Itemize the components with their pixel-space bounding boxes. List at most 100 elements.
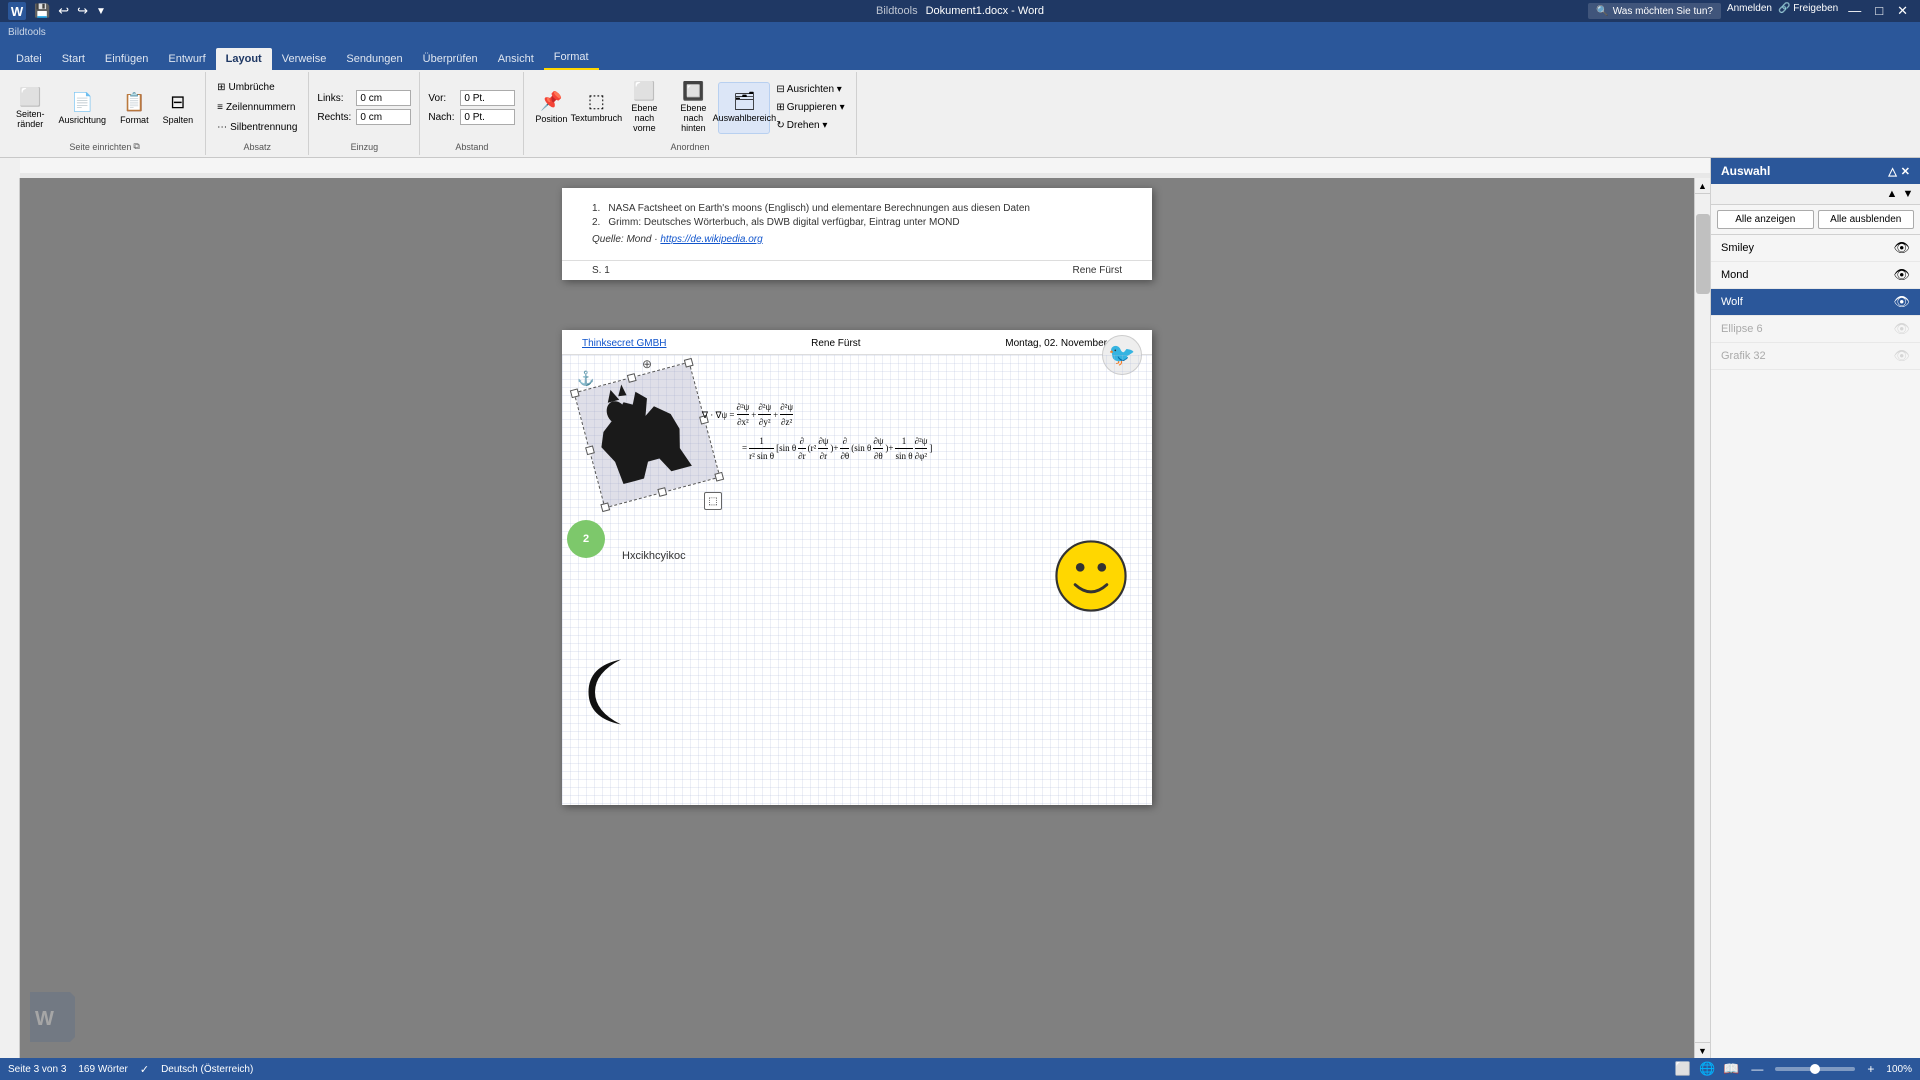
tab-sendungen[interactable]: Sendungen	[336, 48, 412, 70]
minimize-btn[interactable]: —	[1844, 3, 1865, 19]
pane-item-wolf[interactable]: Wolf 👁	[1711, 289, 1920, 316]
ellipse-6[interactable]: 2	[567, 520, 605, 558]
einzug-label: Einzug	[317, 142, 411, 152]
vertical-scrollbar[interactable]: ▲ ▼	[1694, 178, 1710, 1058]
list-item-1: NASA Factsheet on Earth's moons (Englisc…	[608, 203, 1030, 214]
sel-handle-br[interactable]	[714, 472, 724, 482]
resize-icon[interactable]: ⬚	[704, 492, 722, 510]
quick-access-save[interactable]: 💾	[34, 3, 50, 19]
sel-handle-tr[interactable]	[684, 358, 694, 368]
drehen-btn[interactable]: ↻ Drehen ▾	[771, 118, 849, 134]
scroll-up-btn[interactable]: ▲	[1695, 178, 1711, 194]
tab-start[interactable]: Start	[52, 48, 95, 70]
format-btn[interactable]: 📋 Format	[114, 82, 155, 134]
pane-item-smiley-label: Smiley	[1721, 242, 1754, 254]
ausrichtung-btn[interactable]: 📄 Ausrichtung	[53, 82, 113, 134]
ebene-vorne-btn[interactable]: ⬜ Ebene nachvorne	[620, 82, 668, 134]
nach-label: Nach:	[428, 112, 456, 123]
page-break	[562, 290, 1152, 320]
textumbruch-btn[interactable]: ⬚ Textumbruch	[573, 82, 619, 134]
pane-item-mond[interactable]: Mond 👁	[1711, 262, 1920, 289]
gruppieren-btn[interactable]: ⊞ Gruppieren ▾	[771, 100, 849, 116]
scroll-down-btn[interactable]: ▼	[1695, 1042, 1711, 1058]
maximize-btn[interactable]: □	[1871, 3, 1887, 19]
pane-item-smiley-eye[interactable]: 👁	[1893, 240, 1910, 256]
umbrueche-btn[interactable]: ⊞ Umbrüche	[212, 79, 302, 97]
pane-expand-btn[interactable]: △	[1888, 165, 1896, 178]
pane-item-grafik-eye[interactable]: 👁	[1893, 348, 1910, 364]
pane-scroll-up[interactable]: ▲	[1884, 186, 1900, 202]
tab-einfuegen[interactable]: Einfügen	[95, 48, 158, 70]
pane-item-wolf-eye[interactable]: 👁	[1893, 294, 1910, 310]
tab-layout[interactable]: Layout	[216, 48, 272, 70]
tab-verweise[interactable]: Verweise	[272, 48, 337, 70]
share-btn[interactable]: 🔗 Freigeben	[1778, 3, 1838, 19]
auswahlbereich-btn[interactable]: 🗂 Auswahlbereich	[718, 82, 770, 134]
pane-close-btn[interactable]: ✕	[1901, 165, 1910, 178]
pane-scroll-down[interactable]: ▼	[1900, 186, 1916, 202]
status-bar: Seite 3 von 3 169 Wörter ✓ Deutsch (Öste…	[0, 1058, 1920, 1080]
pane-item-mond-label: Mond	[1721, 269, 1749, 281]
rotation-handle[interactable]: ⊕	[642, 357, 652, 371]
zoom-out-btn[interactable]: —	[1747, 1062, 1767, 1076]
view-web-btn[interactable]: 🌐	[1699, 1061, 1715, 1077]
ebene-hinten-btn[interactable]: 🔲 Ebene nachhinten	[669, 82, 717, 134]
abstand-vor-input[interactable]	[460, 90, 515, 106]
scroll-thumb[interactable]	[1696, 214, 1710, 294]
hide-all-btn[interactable]: Alle ausblenden	[1818, 210, 1915, 229]
pane-item-grafik[interactable]: Grafik 32 👁	[1711, 343, 1920, 370]
zeilennummern-btn[interactable]: ≡ Zeilennummern	[212, 99, 302, 117]
abstand-nach-input[interactable]	[460, 109, 515, 125]
seite-einrichten-expand[interactable]: ⧉	[133, 141, 139, 152]
view-normal-btn[interactable]: ⬜	[1675, 1061, 1691, 1077]
tab-entwurf[interactable]: Entwurf	[158, 48, 215, 70]
pane-item-mond-eye[interactable]: 👁	[1893, 267, 1910, 283]
position-btn[interactable]: 📌 Position	[530, 82, 572, 134]
sel-handle-bm[interactable]	[657, 487, 667, 497]
title-bar-center: Bildtools Dokument1.docx - Word	[876, 5, 1044, 17]
pane-item-ellipse[interactable]: Ellipse 6 👁	[1711, 316, 1920, 343]
zoom-in-btn[interactable]: +	[1863, 1062, 1878, 1076]
bildtools-title: Bildtools	[876, 5, 918, 17]
tab-ansicht[interactable]: Ansicht	[488, 48, 544, 70]
source-link[interactable]: https://de.wikipedia.org	[660, 234, 762, 245]
math-formula: ∇ · ∇ψ = ∂²ψ∂x² + ∂²ψ∂y² + ∂²	[702, 400, 932, 464]
quick-access-more[interactable]: ▼	[96, 6, 106, 17]
show-all-btn[interactable]: Alle anzeigen	[1717, 210, 1814, 229]
word-logo: W	[8, 2, 26, 20]
einzug-links-input[interactable]	[356, 90, 411, 106]
spell-check-icon[interactable]: ✓	[140, 1063, 149, 1076]
sel-handle-bl[interactable]	[600, 502, 610, 512]
quick-access-undo[interactable]: ↩	[58, 3, 69, 19]
tab-datei[interactable]: Datei	[6, 48, 52, 70]
svg-text:W: W	[35, 1008, 54, 1030]
view-read-btn[interactable]: 📖	[1723, 1061, 1739, 1077]
quick-access-redo[interactable]: ↪	[77, 3, 88, 19]
seitenraender-btn[interactable]: ⬜ Seiten-ränder	[10, 82, 51, 134]
company-link[interactable]: Thinksecret GMBH	[582, 338, 666, 349]
page-number: S. 1	[592, 265, 610, 276]
silbentrennung-btn[interactable]: ⋯ Silbentrennung	[212, 119, 302, 137]
vor-label: Vor:	[428, 93, 456, 104]
pane-items-list: Smiley 👁 Mond 👁 Wolf 👁 Ellipse 6 👁 Grafi…	[1711, 235, 1920, 1058]
abstand-label: Abstand	[428, 142, 515, 152]
tab-ueberpruefen[interactable]: Überprüfen	[413, 48, 488, 70]
sign-in-btn[interactable]: Anmelden	[1727, 3, 1772, 19]
spalten-btn[interactable]: ⊟ Spalten	[157, 82, 200, 134]
zoom-slider[interactable]	[1775, 1067, 1855, 1071]
anordnen-label: Anordnen	[530, 142, 849, 152]
pane-item-smiley[interactable]: Smiley 👁	[1711, 235, 1920, 262]
ausrichten-btn[interactable]: ⊟ Ausrichten ▾	[771, 82, 849, 98]
page-header-author: Rene Fürst	[811, 338, 860, 349]
close-btn[interactable]: ✕	[1893, 3, 1912, 19]
seite-einrichten-label: Seite einrichten ⧉	[10, 141, 199, 152]
moon-image[interactable]	[582, 652, 647, 735]
help-search[interactable]: 🔍 Was möchten Sie tun?	[1588, 3, 1721, 19]
pane-item-ellipse-eye[interactable]: 👁	[1893, 321, 1910, 337]
text-content[interactable]: Hxcikhcyikoc	[622, 550, 686, 562]
tab-format[interactable]: Format	[544, 46, 599, 70]
smiley-face[interactable]	[1055, 540, 1127, 612]
wolf-container[interactable]: ⊕	[587, 375, 707, 495]
einzug-rechts-input[interactable]	[356, 109, 411, 125]
absatz-label: Absatz	[212, 142, 302, 152]
